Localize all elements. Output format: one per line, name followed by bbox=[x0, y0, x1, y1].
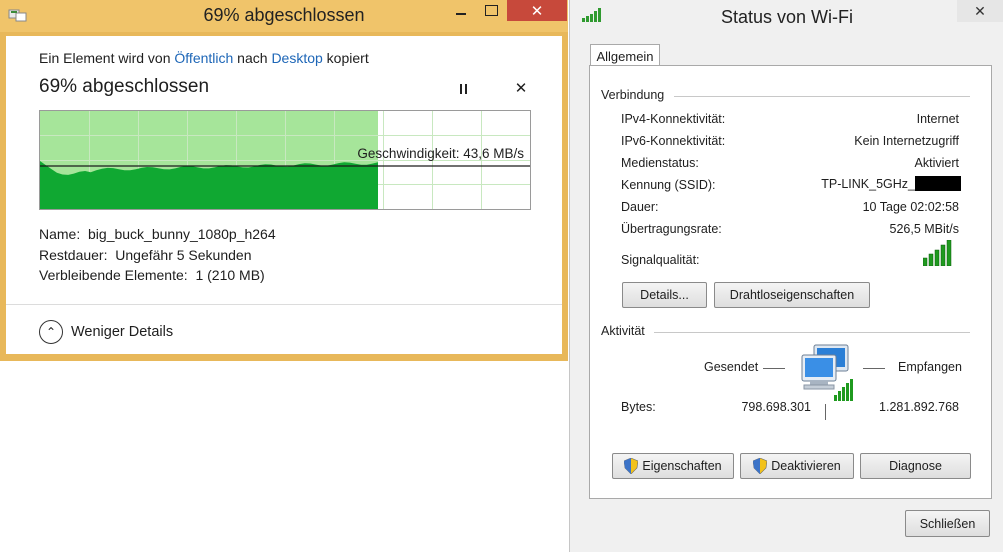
maximize-button[interactable] bbox=[475, 0, 507, 21]
properties-label: Eigenschaften bbox=[642, 459, 722, 473]
activity-group-title: Aktivität bbox=[601, 324, 645, 338]
progress-heading: 69% abgeschlossen bbox=[39, 76, 210, 97]
wireless-properties-button[interactable]: Drahtloseigenschaften bbox=[714, 282, 870, 308]
copy-description: Ein Element wird von Öffentlich nach Des… bbox=[39, 50, 369, 66]
cancel-icon: ✕ bbox=[514, 80, 528, 97]
signal-label: Signalqualität: bbox=[621, 253, 700, 267]
diagnose-button[interactable]: Diagnose bbox=[860, 453, 971, 479]
close-dialog-button[interactable]: Schließen bbox=[905, 510, 990, 537]
remaining-time: Restdauer: Ungefähr 5 Sekunden bbox=[39, 247, 252, 263]
ipv4-value: Internet bbox=[916, 112, 959, 126]
media-status-label: Medienstatus: bbox=[621, 156, 699, 170]
wifi-window-title: Status von Wi-Fi bbox=[720, 7, 854, 27]
copy-progress-window: 69% abgeschlossen ✕ Ein Element wird von… bbox=[0, 0, 568, 361]
duration-value: 10 Tage 02:02:58 bbox=[862, 200, 959, 214]
wifi-title-bar[interactable]: Status von Wi-Fi ✕ bbox=[570, 0, 1003, 32]
speed-graph: Geschwindigkeit: 43,6 MB/s bbox=[39, 110, 531, 210]
destination-link[interactable]: Desktop bbox=[271, 50, 322, 66]
rate-value: 526,5 MBit/s bbox=[889, 222, 959, 236]
received-line bbox=[863, 368, 885, 369]
minimize-icon bbox=[456, 12, 466, 15]
general-panel: Verbindung IPv4-Konnektivität: Internet … bbox=[589, 65, 992, 499]
media-status-value: Aktiviert bbox=[914, 156, 959, 170]
fewer-details-label: Weniger Details bbox=[71, 324, 174, 340]
wifi-close-button[interactable]: ✕ bbox=[957, 0, 1003, 22]
cancel-button[interactable]: ✕ bbox=[512, 79, 530, 97]
pause-button[interactable] bbox=[454, 80, 472, 98]
network-computers-icon bbox=[800, 343, 856, 406]
remaining-items: Verbleibende Elemente: 1 (210 MB) bbox=[39, 267, 265, 283]
details-button[interactable]: Details... bbox=[622, 282, 707, 308]
description-middle: nach bbox=[233, 50, 272, 66]
details-divider bbox=[6, 304, 562, 305]
ssid-redaction bbox=[915, 176, 961, 191]
ssid-value: TP-LINK_5GHz_ bbox=[821, 176, 961, 191]
description-suffix: kopiert bbox=[322, 50, 369, 66]
speed-label: Geschwindigkeit: 43,6 MB/s bbox=[357, 146, 524, 161]
bytes-divider bbox=[825, 404, 826, 420]
speed-area bbox=[40, 161, 378, 209]
properties-button[interactable]: Eigenschaften bbox=[612, 453, 734, 479]
copy-title-bar[interactable]: 69% abgeschlossen ✕ bbox=[0, 0, 568, 32]
ssid-text: TP-LINK_5GHz_ bbox=[821, 176, 915, 191]
activity-separator bbox=[654, 332, 970, 333]
wifi-status-window: Status von Wi-Fi ✕ Allgemein Verbindung … bbox=[569, 0, 1003, 552]
bytes-sent-value: 798.698.301 bbox=[741, 400, 811, 414]
ipv6-label: IPv6-Konnektivität: bbox=[621, 134, 726, 148]
sent-label: Gesendet bbox=[704, 360, 759, 374]
bytes-label: Bytes: bbox=[621, 400, 656, 414]
copy-close-button[interactable]: ✕ bbox=[507, 0, 567, 21]
received-label: Empfangen bbox=[898, 360, 962, 374]
ssid-label: Kennung (SSID): bbox=[621, 178, 716, 192]
description-prefix: Ein Element wird von bbox=[39, 50, 175, 66]
file-name: Name: big_buck_bunny_1080p_h264 bbox=[39, 226, 276, 242]
ipv6-value: Kein Internetzugriff bbox=[854, 134, 959, 148]
maximize-icon bbox=[484, 5, 498, 16]
close-icon: ✕ bbox=[530, 2, 544, 20]
bytes-received-value: 1.281.892.768 bbox=[879, 400, 959, 414]
deactivate-button[interactable]: Deaktivieren bbox=[740, 453, 854, 479]
deactivate-label: Deaktivieren bbox=[771, 459, 841, 473]
pause-icon bbox=[459, 84, 467, 94]
signal-quality-icon bbox=[922, 239, 955, 271]
sent-line bbox=[763, 368, 785, 369]
ipv4-label: IPv4-Konnektivität: bbox=[621, 112, 726, 126]
source-link[interactable]: Öffentlich bbox=[174, 50, 233, 66]
chevron-up-icon: ⌃ bbox=[39, 320, 63, 344]
connection-group-title: Verbindung bbox=[601, 88, 665, 102]
tab-general[interactable]: Allgemein bbox=[590, 44, 660, 67]
copy-client-area: Ein Element wird von Öffentlich nach Des… bbox=[6, 36, 562, 354]
close-icon: ✕ bbox=[974, 2, 986, 19]
admin-shield-icon bbox=[624, 458, 639, 474]
fewer-details-button[interactable]: ⌃ Weniger Details bbox=[39, 320, 173, 344]
rate-label: Übertragungsrate: bbox=[621, 222, 722, 236]
admin-shield-icon bbox=[753, 458, 768, 474]
connection-separator bbox=[674, 96, 970, 97]
minimize-button[interactable] bbox=[445, 0, 477, 21]
duration-label: Dauer: bbox=[621, 200, 659, 214]
